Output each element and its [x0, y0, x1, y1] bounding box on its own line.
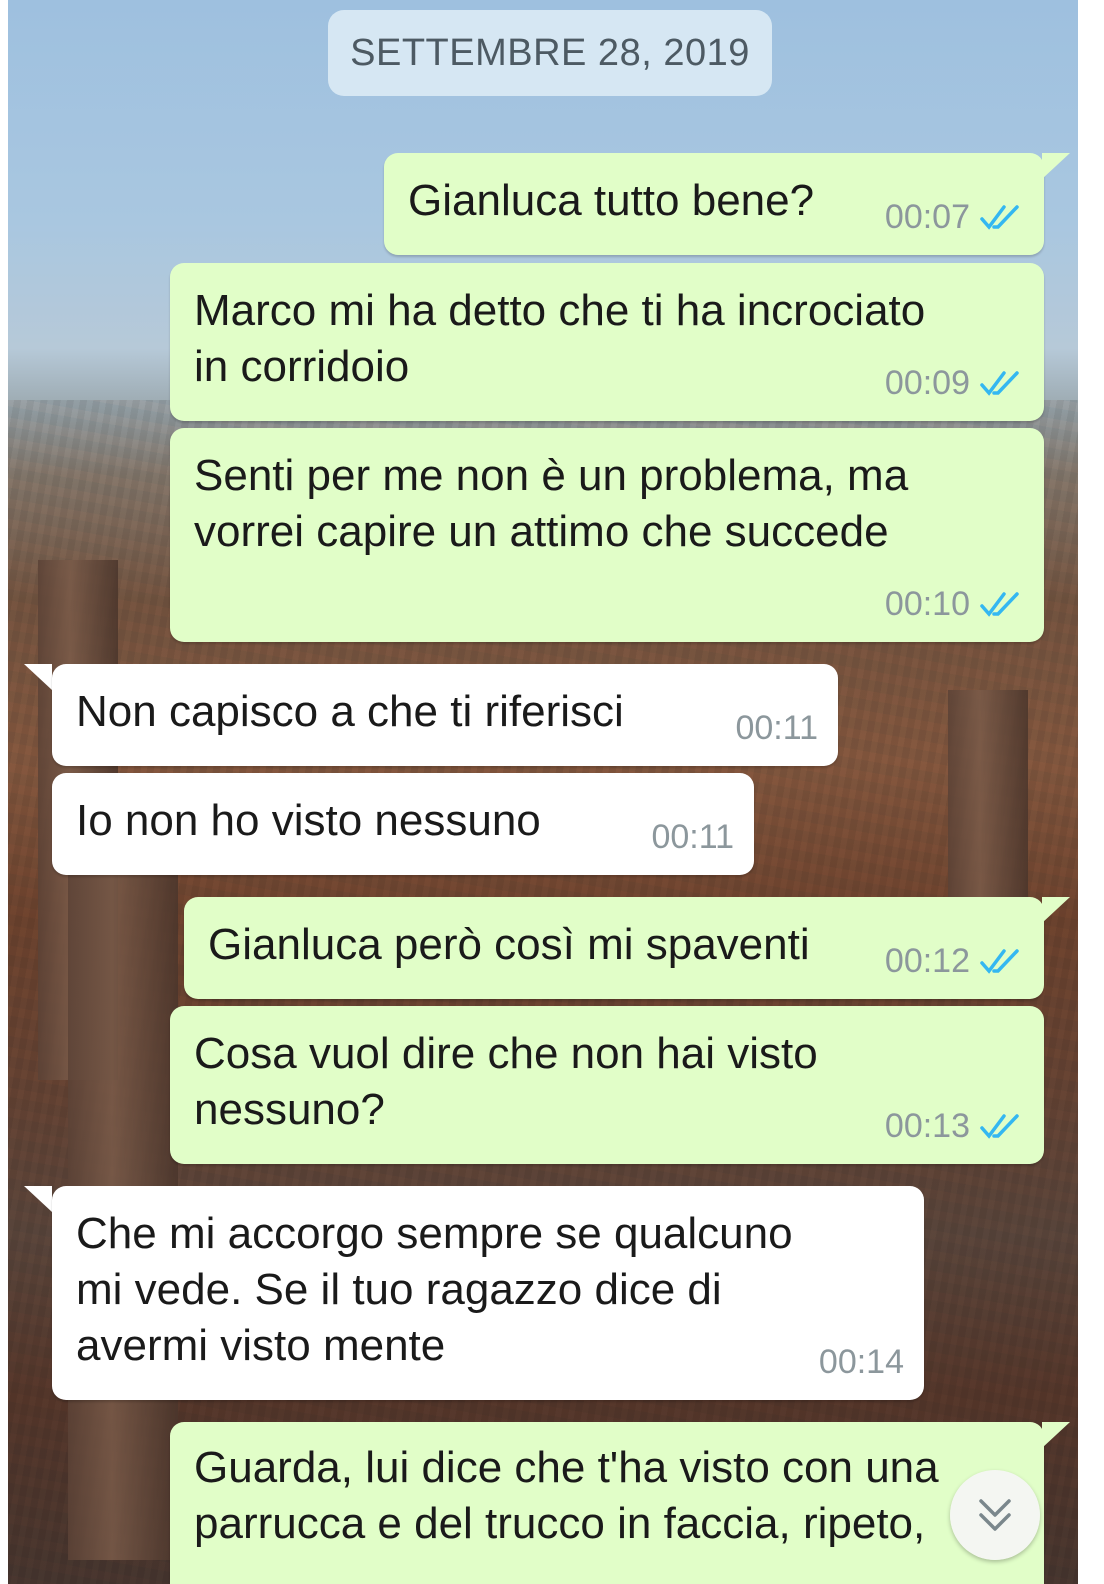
message-text: Senti per me non è un problema, ma vorre… — [194, 451, 909, 556]
message-time: 00:14 — [818, 1343, 904, 1381]
scroll-to-bottom-button[interactable] — [950, 1470, 1040, 1560]
message-meta: 00:13 — [885, 1098, 1024, 1154]
message-text: Marco mi ha detto che ti ha incrociato i… — [194, 286, 926, 391]
message-text: Che mi accorgo sempre se qualcuno mi ved… — [76, 1209, 793, 1370]
message-meta: 00:11 — [735, 700, 818, 756]
message-outgoing[interactable]: Cosa vuol dire che non hai visto nessuno… — [170, 1006, 1044, 1164]
double-check-read-icon — [980, 949, 1019, 974]
message-time: 00:07 — [884, 198, 970, 236]
message-meta: 00:12 — [885, 933, 1024, 989]
message-text: Gianluca tutto bene? — [408, 176, 815, 225]
double-check-read-icon — [980, 205, 1019, 230]
message-text: Cosa vuol dire che non hai visto nessuno… — [194, 1029, 818, 1134]
message-outgoing[interactable]: Gianluca tutto bene? 00:07 — [384, 153, 1044, 255]
message-outgoing[interactable]: Gianluca però così mi spaventi 00:12 — [184, 897, 1044, 999]
message-meta: 00:07 — [885, 189, 1024, 245]
double-check-read-icon — [980, 592, 1019, 617]
message-text: Io non ho visto nessuno — [76, 796, 541, 845]
message-time: 00:12 — [884, 942, 970, 980]
message-time: 00:11 — [651, 818, 734, 856]
message-outgoing[interactable]: Marco mi ha detto che ti ha incrociato i… — [170, 263, 1044, 421]
message-time: 00:09 — [884, 364, 970, 402]
message-outgoing[interactable]: Senti per me non è un problema, ma vorre… — [170, 428, 1044, 642]
message-text: Non capisco a che ti riferisci — [76, 687, 624, 736]
message-incoming[interactable]: Non capisco a che ti riferisci 00:11 — [52, 664, 838, 766]
double-check-read-icon — [980, 1114, 1019, 1139]
message-outgoing[interactable]: Guarda, lui dice che t'ha visto con una … — [170, 1422, 1044, 1584]
message-text: Guarda, lui dice che t'ha visto con una … — [194, 1443, 939, 1548]
date-separator: SETTEMBRE 28, 2019 — [328, 10, 772, 96]
message-meta: 00:14 — [819, 1334, 904, 1390]
double-check-read-icon — [980, 371, 1019, 396]
message-time: 00:10 — [884, 585, 970, 623]
message-time: 00:11 — [735, 709, 818, 747]
message-time: 00:13 — [884, 1107, 970, 1145]
message-incoming[interactable]: Io non ho visto nessuno 00:11 — [52, 773, 754, 875]
message-incoming[interactable]: Che mi accorgo sempre se qualcuno mi ved… — [52, 1186, 924, 1400]
message-meta: 00:09 — [885, 355, 1024, 411]
double-chevron-down-icon — [979, 1499, 1011, 1531]
message-meta: 00:10 — [885, 576, 1024, 632]
message-meta: 00:11 — [651, 809, 734, 865]
chat-background: SETTEMBRE 28, 2019 Gianluca tutto bene? … — [8, 0, 1078, 1584]
message-text: Gianluca però così mi spaventi — [208, 920, 810, 969]
